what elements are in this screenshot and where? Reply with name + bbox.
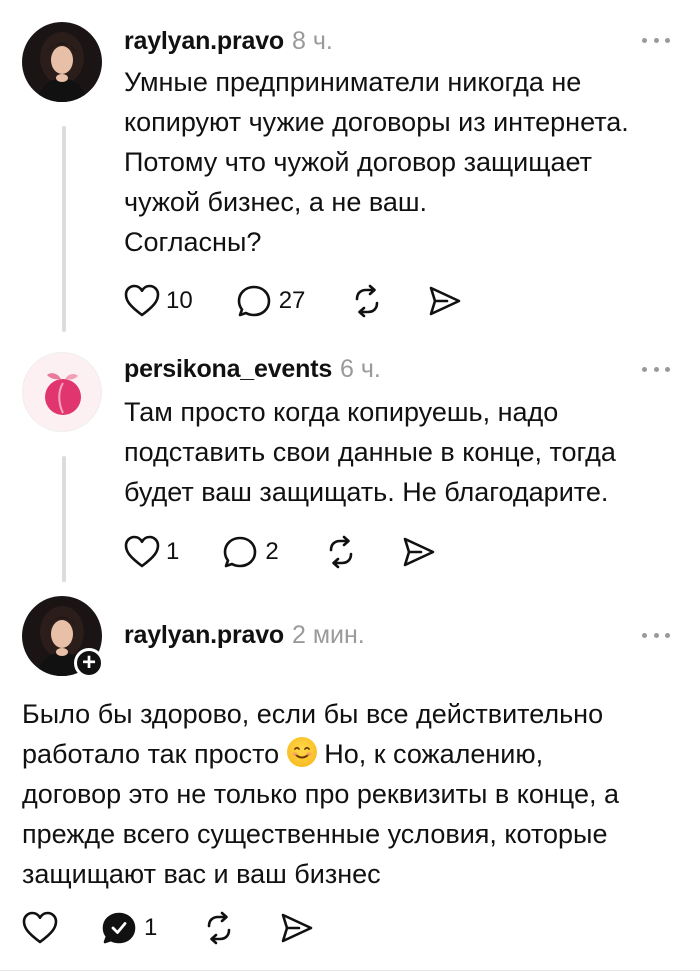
speech-bubble-icon [224,536,257,568]
avatar[interactable] [22,352,102,432]
send-icon [403,537,435,567]
post-3: + raylyan.pravo 2 мин. Было бы здорово, … [0,590,700,970]
timestamp: 6 ч. [340,355,381,383]
divider [0,970,700,971]
post-2: persikona_events 6 ч. Там просто когда к… [0,340,700,590]
thread-line [62,456,66,582]
repost-button[interactable] [201,911,237,945]
repost-button[interactable] [323,535,359,569]
comment-button[interactable]: 2 [223,535,279,569]
post-text: Умные предприниматели никогда не копирую… [124,67,629,257]
avatar-image [22,22,102,102]
speech-bubble-filled-check-icon [102,912,136,944]
like-button[interactable]: 1 [124,535,179,569]
share-button[interactable] [401,535,437,569]
comment-button[interactable]: 27 [237,284,306,318]
like-button[interactable] [22,911,58,945]
heart-icon [22,911,58,944]
username[interactable]: raylyan.pravo [124,24,284,58]
follow-plus-icon[interactable]: + [74,648,104,678]
smiling-face-emoji-icon [286,737,317,767]
like-button[interactable]: 10 [124,284,193,318]
send-icon [282,913,313,943]
more-options-icon[interactable] [642,35,670,45]
more-options-icon[interactable] [642,630,670,640]
comment-count: 2 [265,538,279,565]
timestamp: 2 мин. [292,621,365,649]
share-button[interactable] [427,284,463,318]
avatar[interactable] [22,22,102,102]
post-actions: 10 27 [124,283,463,319]
more-options-icon[interactable] [642,364,670,374]
post-actions: 1 [22,910,315,946]
comment-count: 1 [144,914,158,941]
send-icon [430,286,461,316]
heart-icon [124,284,160,317]
like-count: 10 [166,287,193,314]
username[interactable]: persikona_events [124,352,332,386]
post-1: raylyan.pravo 8 ч. Умные предприниматели… [0,0,700,340]
share-button[interactable] [279,911,315,945]
repost-icon [208,911,231,945]
thread-line [62,126,66,332]
username[interactable]: raylyan.pravo [124,618,284,652]
repost-button[interactable] [349,284,385,318]
timestamp: 8 ч. [292,27,333,55]
like-count: 1 [166,538,180,565]
post-actions: 1 2 [124,534,437,570]
repost-icon [329,535,353,569]
post-header: raylyan.pravo 8 ч. [124,24,333,58]
repost-icon [356,284,379,318]
comment-count: 27 [278,287,306,314]
post-header: persikona_events 6 ч. [124,352,381,386]
peach-logo-icon [23,353,101,431]
post-text: Было бы здорово, если бы все действитель… [22,694,619,894]
heart-icon [124,535,160,568]
speech-bubble-icon [237,285,271,317]
post-header: raylyan.pravo 2 мин. [124,618,365,652]
post-text: Там просто когда копируешь, надо подстав… [124,397,616,507]
comment-button[interactable]: 1 [102,911,157,945]
